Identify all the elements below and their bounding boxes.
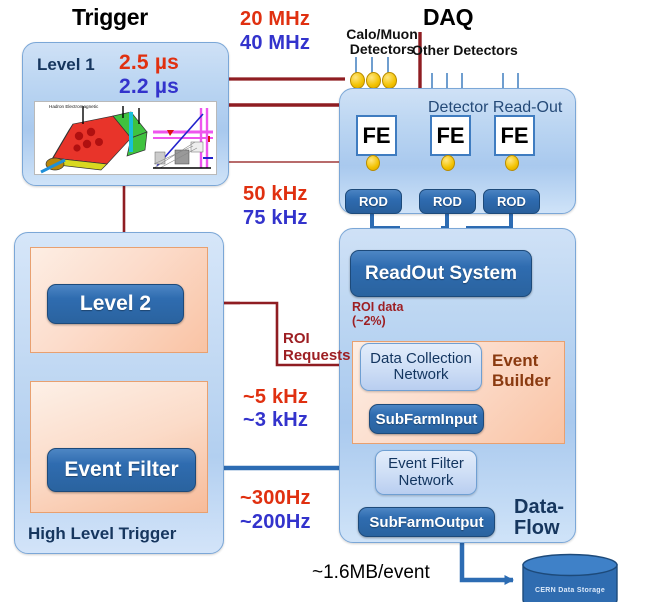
fe-box-1[interactable]: FE (356, 115, 397, 156)
cern-data-storage-label: CERN Data Storage (534, 587, 606, 594)
subfarm-input-box[interactable]: SubFarmInput (369, 404, 484, 434)
calo-muon-line-1: Calo/Muon (346, 26, 418, 42)
event-filter-network-line-1: Event Filter (388, 455, 464, 473)
rod-box-1[interactable]: ROD (345, 189, 402, 214)
high-level-trigger-panel[interactable]: High Level Trigger (14, 232, 224, 554)
fe-box-1-label: FE (362, 122, 391, 148)
data-collection-line-1: Data Collection (370, 349, 472, 367)
readout-system-box[interactable]: ReadOut System (350, 250, 532, 297)
roi-data-line-1: ROI data (352, 300, 404, 314)
bus-dot-1 (350, 72, 365, 89)
roi-data-label: ROI data (~2%) (352, 300, 403, 328)
dataflow-line-1: Data- (514, 496, 565, 518)
other-detectors-label: Other Detectors (412, 42, 518, 58)
event-builder-label: Event Builder (492, 351, 551, 391)
rate-efout-blue: ~200Hz (240, 511, 311, 533)
diagram-canvas: Trigger DAQ 20 MHz 40 MHz 50 kHz 75 kHz … (0, 0, 651, 602)
rate-l1out-blue: 75 kHz (243, 207, 308, 229)
svg-text:Hadron Electromagnetic: Hadron Electromagnetic (49, 104, 99, 109)
readout-system-label: ReadOut System (364, 262, 518, 284)
rod-box-2[interactable]: ROD (419, 189, 476, 214)
roi-data-line-2: (~2%) (352, 314, 386, 328)
rate-l1out-red: 50 kHz (243, 183, 308, 205)
subfarm-input-label: SubFarmInput (375, 410, 478, 428)
rod-box-3[interactable]: ROD (483, 189, 540, 214)
subfarm-output-box[interactable]: SubFarmOutput (358, 507, 495, 537)
trigger-dot-3 (505, 155, 519, 171)
roi-requests-line-2: Requests (283, 347, 351, 364)
rate-l2out-red: ~5 kHz (243, 386, 309, 408)
data-collection-line-2: Network (393, 366, 449, 383)
level2-box[interactable]: Level 2 (47, 284, 184, 324)
roi-requests-line-1: ROI (283, 330, 310, 347)
trigger-dot-2 (441, 155, 455, 171)
rod-box-3-label: ROD (497, 194, 526, 209)
dataflow-line-2: Flow (514, 517, 560, 539)
data-collection-network-box[interactable]: Data Collection Network (360, 343, 482, 391)
rate-l1time-blue: 2.2 µs (119, 75, 180, 98)
event-filter-network-line-2: Network (398, 471, 454, 489)
fe-box-3[interactable]: FE (494, 115, 535, 156)
bus-dot-2 (366, 72, 381, 89)
rate-efout-red: ~300Hz (240, 487, 311, 509)
rod-box-2-label: ROD (433, 194, 462, 209)
rate-l2out-blue: ~3 kHz (243, 409, 309, 431)
level1-panel[interactable]: Level 1 2.5 µs 2.2 µs Hadron Electromagn… (22, 42, 229, 186)
page-title-trigger: Trigger (72, 4, 148, 30)
trigger-dot-1 (366, 155, 380, 171)
rate-top-red: 20 MHz (240, 8, 311, 30)
rod-box-1-label: ROD (359, 194, 388, 209)
cern-data-storage[interactable]: CERN Data Storage (521, 553, 619, 602)
event-filter-network-box[interactable]: Event Filter Network (375, 450, 477, 495)
bus-dot-3 (382, 72, 397, 89)
event-size-label: ~1.6MB/event (312, 562, 430, 583)
rate-top-blue: 40 MHz (240, 32, 311, 54)
event-filter-region (30, 381, 208, 513)
event-filter-box-label: Event Filter (64, 458, 179, 481)
level2-box-label: Level 2 (79, 292, 152, 315)
high-level-trigger-label: High Level Trigger (28, 524, 177, 543)
fe-box-3-label: FE (500, 122, 529, 148)
roi-requests-label: ROI Requests (283, 330, 351, 364)
rate-l1time-red: 2.5 µs (119, 51, 180, 74)
fe-box-2-label: FE (436, 122, 465, 148)
page-title-daq: DAQ (423, 4, 474, 30)
event-builder-line-1: Event (492, 351, 539, 370)
level1-figure: Hadron Electromagnetic (34, 101, 217, 175)
fe-box-2[interactable]: FE (430, 115, 471, 156)
level1-label: Level 1 (37, 55, 95, 74)
subfarm-output-label: SubFarmOutput (369, 513, 484, 531)
dataflow-label: Data- Flow (514, 497, 564, 539)
event-builder-line-2: Builder (492, 371, 551, 390)
event-filter-box[interactable]: Event Filter (47, 448, 196, 492)
